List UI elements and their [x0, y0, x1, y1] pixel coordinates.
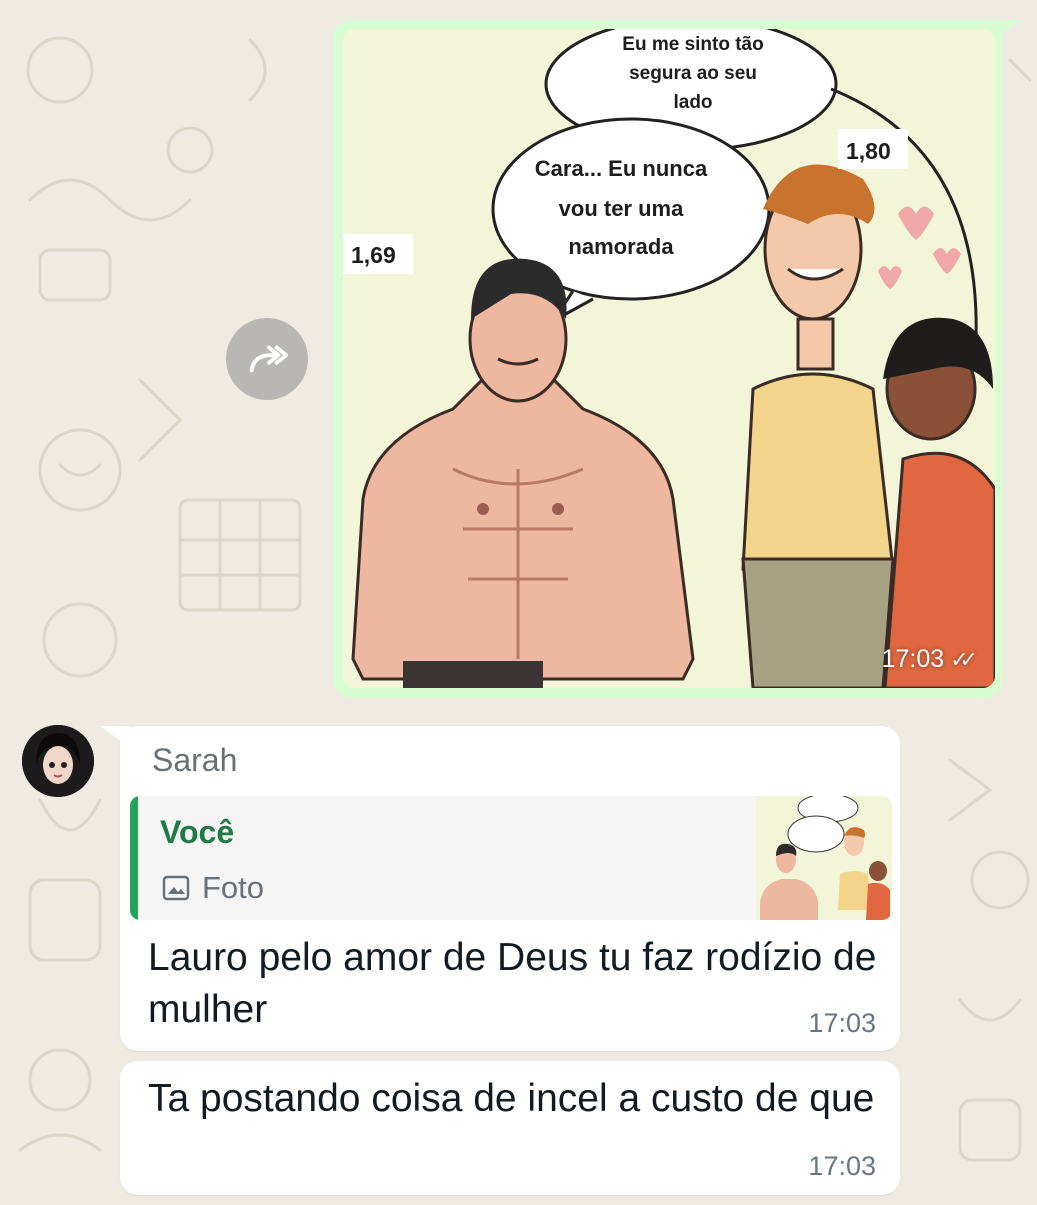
reply-quote-thumbnail: [756, 796, 892, 920]
forward-icon: [249, 345, 289, 373]
incoming-message-bubble[interactable]: Sarah Você Foto Lauro pelo amor de Deus …: [120, 726, 900, 1051]
forward-button[interactable]: [226, 318, 308, 400]
comic-middle-bubble-line-2: vou ter uma: [558, 196, 684, 221]
comic-image[interactable]: 1,69 1,80 Eu me sinto tão segura ao seu …: [343, 29, 995, 688]
image-timestamp: 17:03 ✓✓: [881, 645, 978, 674]
comic-middle-bubble-line-3: namorada: [568, 234, 674, 259]
comic-right-height-label: 1,80: [846, 138, 891, 164]
photo-icon: [162, 875, 190, 901]
double-check-icon: ✓✓: [950, 646, 978, 672]
incoming-message-bubble-2[interactable]: Ta postando coisa de incel a custo de qu…: [120, 1061, 900, 1195]
message-timestamp: 17:03: [808, 1008, 876, 1038]
comic-top-bubble-line-1: Eu me sinto tão: [622, 34, 764, 55]
comic-top-bubble-line-2: segura ao seu: [629, 63, 757, 84]
message-text: Lauro pelo amor de Deus tu faz rodízio d…: [148, 936, 877, 1031]
comic-left-height-label: 1,69: [351, 242, 396, 268]
reply-quote-type-label: Foto: [202, 870, 265, 905]
message-timestamp-2: 17:03: [808, 1151, 876, 1181]
message-text-2: Ta postando coisa de incel a custo de qu…: [148, 1077, 875, 1120]
sender-name[interactable]: Sarah: [152, 742, 237, 779]
comic-top-bubble-line-3: lado: [673, 92, 713, 113]
avatar[interactable]: [22, 725, 94, 797]
reply-quote-accent-bar: [130, 796, 138, 920]
reply-quote[interactable]: Você Foto: [130, 796, 892, 920]
comic-middle-bubble-line-1: Cara... Eu nunca: [534, 156, 708, 181]
image-time-text: 17:03: [881, 645, 945, 673]
reply-quote-type: Foto: [162, 870, 264, 906]
reply-quote-author: Você: [160, 814, 235, 850]
